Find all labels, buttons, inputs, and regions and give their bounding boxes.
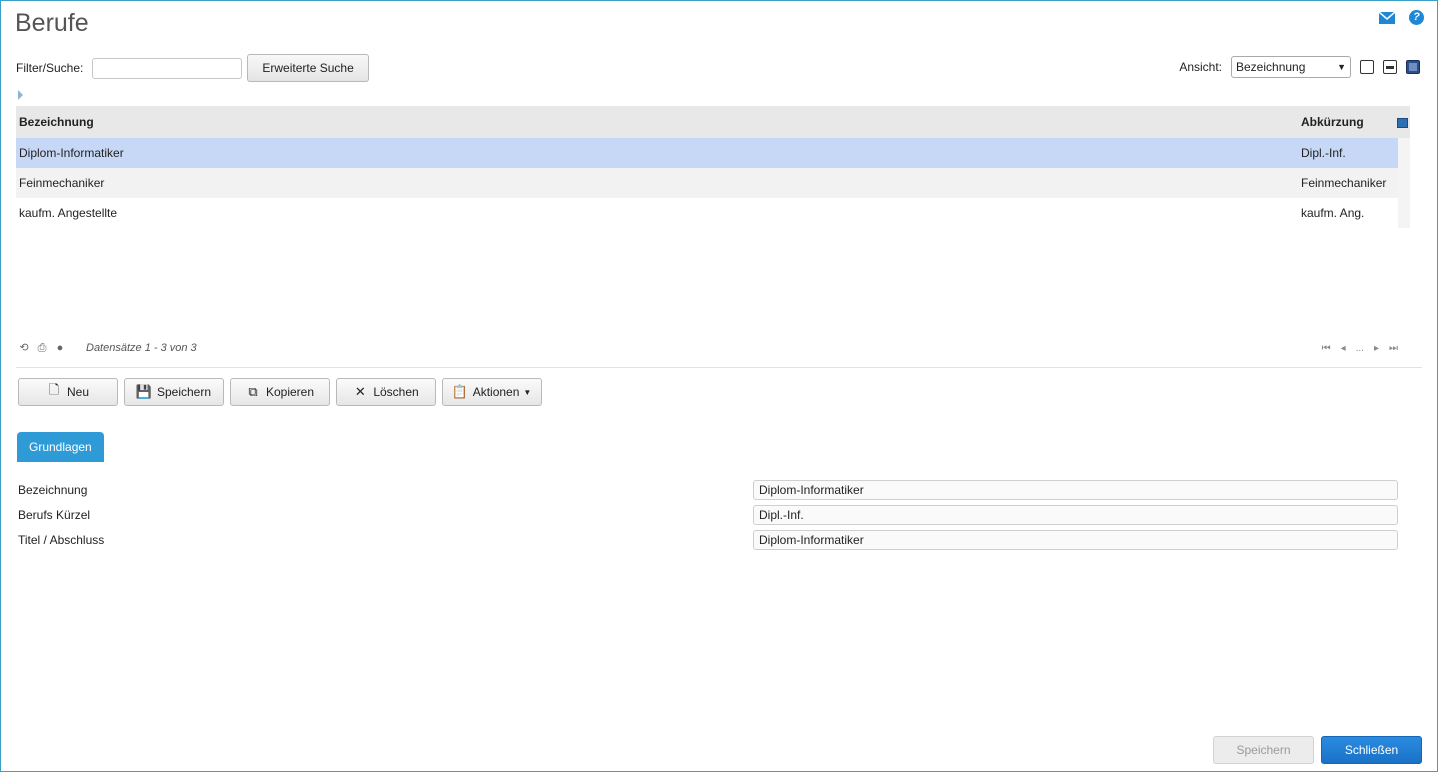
filter-row: Filter/Suche: Erweiterte Suche xyxy=(16,54,369,82)
cell-abkuerzung: kaufm. Ang. xyxy=(1301,206,1365,220)
divider xyxy=(16,367,1422,368)
close-button[interactable]: Schließen xyxy=(1321,736,1422,764)
grid-settings-icon[interactable] xyxy=(1397,118,1408,128)
view-layout-detail-icon[interactable] xyxy=(1406,60,1420,74)
cell-bezeichnung: kaufm. Angestellte xyxy=(19,206,118,220)
cell-bezeichnung: Feinmechaniker xyxy=(19,176,105,190)
cell-abkuerzung: Feinmechaniker xyxy=(1301,176,1387,190)
view-label: Ansicht: xyxy=(1179,60,1222,74)
actions-button[interactable]: 📋 Aktionen ▼ xyxy=(442,378,542,406)
grid-scrollbar[interactable] xyxy=(1398,138,1410,228)
column-header-abkuerzung[interactable]: Abkürzung xyxy=(1298,115,1398,129)
cell-bezeichnung: Diplom-Informatiker xyxy=(19,146,124,160)
pager-nav: ⏮ ◂ ... ▸ ⏭ xyxy=(1322,343,1398,354)
save-button[interactable]: 💾 Speichern xyxy=(124,378,224,406)
prev-page-icon[interactable]: ◂ xyxy=(1341,343,1346,354)
caret-down-icon: ▼ xyxy=(523,387,532,397)
footer-save-button[interactable]: Speichern xyxy=(1213,736,1314,764)
titel-field[interactable]: Diplom-Informatiker xyxy=(753,529,1398,550)
pager-ellipsis: ... xyxy=(1355,342,1364,354)
extended-search-button[interactable]: Erweiterte Suche xyxy=(247,54,369,82)
table-row[interactable]: Feinmechaniker Feinmechaniker xyxy=(16,168,1398,198)
delete-button-label: Löschen xyxy=(373,385,419,399)
delete-button[interactable]: ✕ Löschen xyxy=(336,378,436,406)
copy-icon: ⧉ xyxy=(248,384,258,399)
floppy-icon: 💾 xyxy=(135,384,153,399)
field-label: Berufs Kürzel xyxy=(18,507,91,522)
table-row[interactable]: Diplom-Informatiker Dipl.-Inf. xyxy=(16,138,1398,168)
mail-icon[interactable] xyxy=(1379,11,1395,24)
toolbar: 🗋 Neu 💾 Speichern ⧉ Kopieren ✕ Löschen 📋… xyxy=(18,378,542,406)
kuerzel-field[interactable]: Dipl.-Inf. xyxy=(753,504,1398,525)
filter-search-input[interactable] xyxy=(92,57,243,79)
new-button[interactable]: 🗋 Neu xyxy=(18,378,118,406)
top-icons: ? xyxy=(1379,10,1424,25)
tab-grundlagen[interactable]: Grundlagen xyxy=(17,432,104,462)
document-icon: 🗋 xyxy=(48,382,60,397)
view-row: Ansicht: Bezeichnung ▼ xyxy=(1179,56,1420,78)
form-row-kuerzel: Berufs Kürzel Dipl.-Inf. xyxy=(18,502,1398,527)
first-page-icon[interactable]: ⏮ xyxy=(1322,343,1331,354)
pager-info: Datensätze 1 - 3 von 3 xyxy=(86,342,197,354)
print-icon[interactable]: ⎙ xyxy=(36,342,48,354)
view-select[interactable]: Bezeichnung ▼ xyxy=(1231,56,1351,78)
form-row-titel: Titel / Abschluss Diplom-Informatiker xyxy=(18,527,1398,552)
filter-label: Filter/Suche: xyxy=(16,61,84,75)
clipboard-icon: 📋 xyxy=(451,384,468,399)
view-layout-list-icon[interactable] xyxy=(1360,60,1374,74)
data-grid: Bezeichnung Abkürzung Diplom-Informatike… xyxy=(16,106,1410,228)
form-row-bezeichnung: Bezeichnung Diplom-Informatiker xyxy=(18,477,1398,502)
copy-button[interactable]: ⧉ Kopieren xyxy=(230,378,330,406)
field-label: Bezeichnung xyxy=(18,482,88,497)
column-header-bezeichnung[interactable]: Bezeichnung xyxy=(16,115,1298,129)
actions-button-label: Aktionen xyxy=(472,385,520,399)
last-page-icon[interactable]: ⏭ xyxy=(1389,343,1398,354)
next-page-icon[interactable]: ▸ xyxy=(1374,343,1379,354)
save-button-label: Speichern xyxy=(156,385,212,399)
pager: ⟲ ⎙ ● Datensätze 1 - 3 von 3 ⏮ ◂ ... ▸ ⏭ xyxy=(18,342,1398,354)
field-label: Titel / Abschluss xyxy=(18,532,105,547)
page-title: Berufe xyxy=(15,9,89,37)
copy-button-label: Kopieren xyxy=(265,385,315,399)
detail-form: Bezeichnung Diplom-Informatiker Berufs K… xyxy=(18,477,1398,552)
table-row[interactable]: kaufm. Angestellte kaufm. Ang. xyxy=(16,198,1398,228)
chevron-down-icon: ▼ xyxy=(1337,62,1346,72)
view-layout-split-icon[interactable] xyxy=(1383,60,1397,74)
footer-buttons: Speichern Schließen xyxy=(1213,736,1422,764)
bezeichnung-field[interactable]: Diplom-Informatiker xyxy=(753,479,1398,500)
new-button-label: Neu xyxy=(66,385,89,399)
options-icon[interactable]: ● xyxy=(54,342,66,354)
view-select-value: Bezeichnung xyxy=(1236,60,1306,74)
help-icon[interactable]: ? xyxy=(1409,10,1424,25)
close-icon: ✕ xyxy=(354,384,366,399)
cell-abkuerzung: Dipl.-Inf. xyxy=(1301,146,1346,160)
refresh-icon[interactable]: ⟲ xyxy=(18,342,30,354)
grid-header: Bezeichnung Abkürzung xyxy=(16,106,1410,138)
expand-filter-icon[interactable] xyxy=(18,90,23,100)
